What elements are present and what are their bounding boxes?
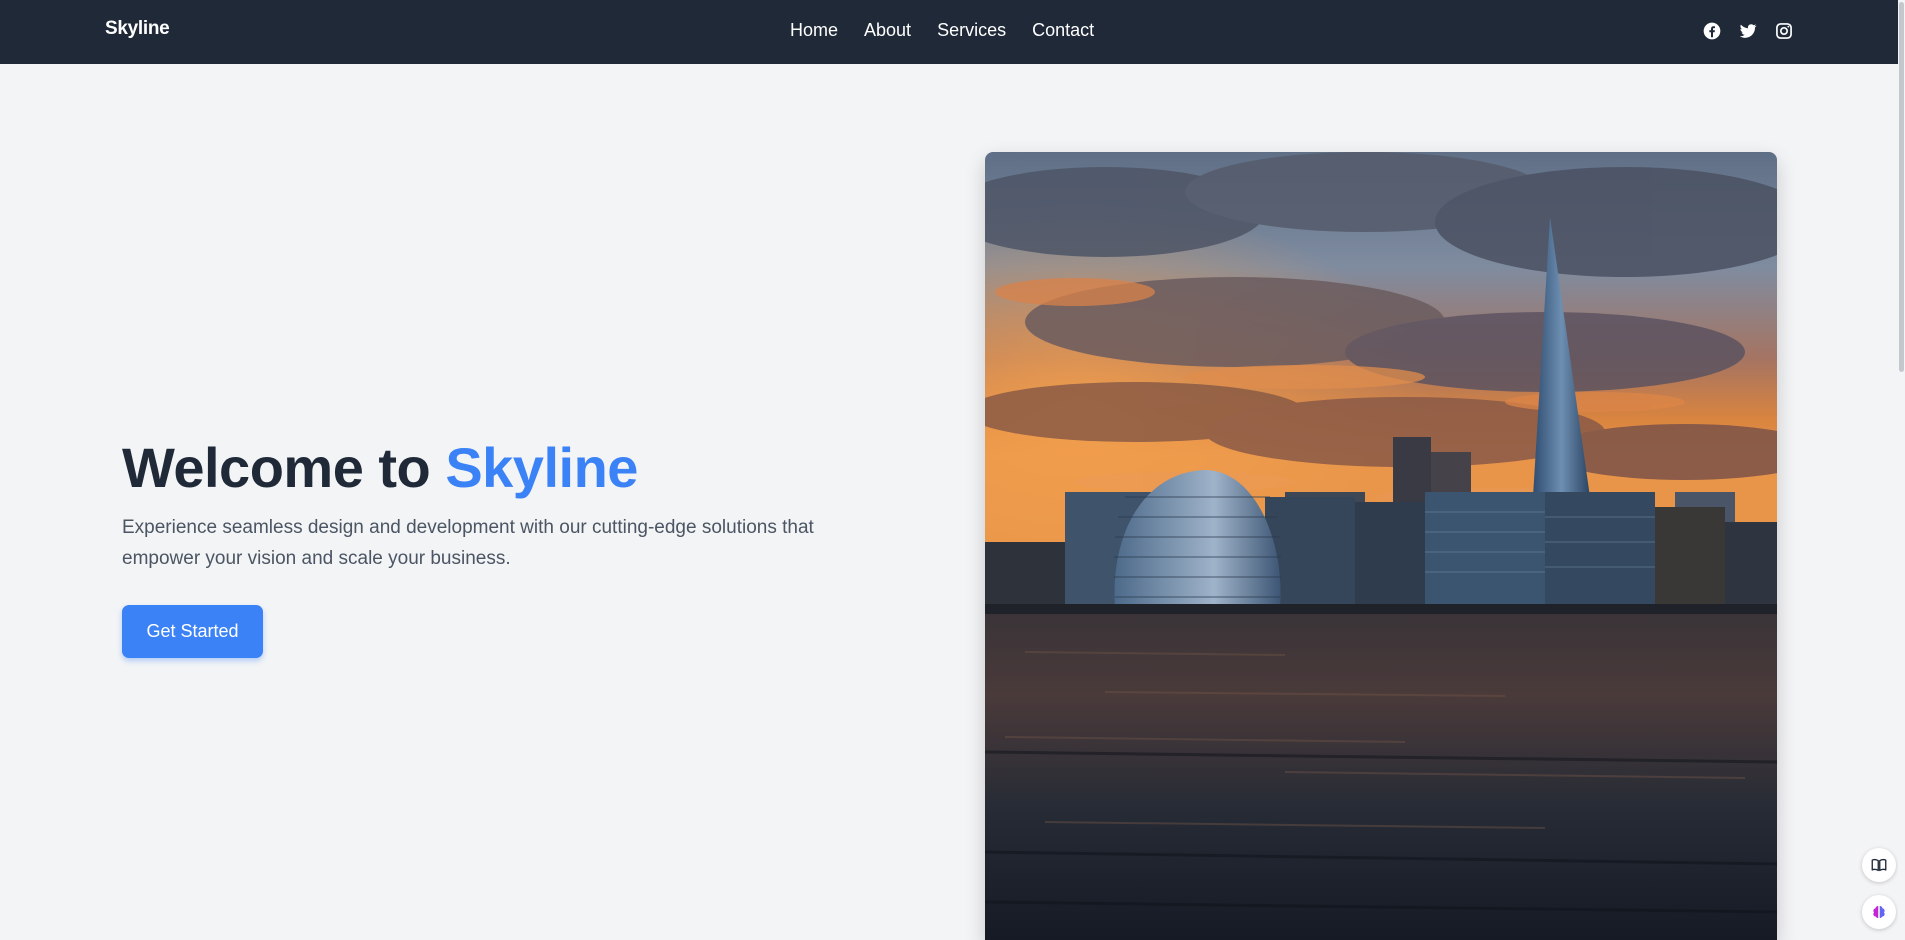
social-links — [1701, 20, 1795, 42]
hero-subtitle: Experience seamless design and developme… — [122, 517, 814, 569]
facebook-icon[interactable] — [1701, 20, 1723, 42]
hero-title: Welcome to Skyline — [122, 432, 882, 504]
brand-logo[interactable]: Skyline — [105, 18, 170, 40]
scrollbar-thumb[interactable] — [1899, 2, 1904, 372]
nav-link-about[interactable]: About — [864, 20, 911, 41]
skyline-photo — [985, 152, 1777, 940]
hero-image — [985, 152, 1777, 940]
hero-title-accent: Skyline — [445, 436, 638, 499]
brain-icon[interactable] — [1862, 895, 1896, 929]
navbar: Skyline Home About Services Contact — [0, 0, 1905, 64]
nav-links: Home About Services Contact — [790, 20, 1094, 41]
get-started-button[interactable]: Get Started — [122, 605, 263, 658]
book-icon[interactable] — [1862, 848, 1896, 882]
instagram-icon[interactable] — [1773, 20, 1795, 42]
nav-link-contact[interactable]: Contact — [1032, 20, 1094, 41]
scrollbar[interactable] — [1898, 0, 1905, 940]
hero-text: Welcome to Skyline Experience seamless d… — [122, 432, 882, 574]
hero-title-prefix: Welcome to — [122, 436, 446, 499]
nav-link-home[interactable]: Home — [790, 20, 838, 41]
twitter-icon[interactable] — [1737, 20, 1759, 42]
nav-link-services[interactable]: Services — [937, 20, 1006, 41]
